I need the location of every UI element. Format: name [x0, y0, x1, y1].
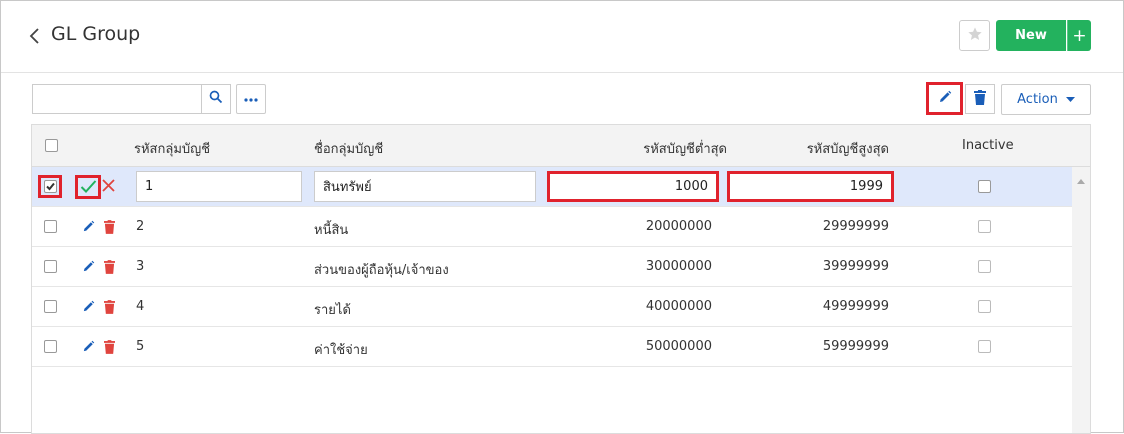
inactive-checkbox[interactable]	[978, 180, 991, 193]
table-row[interactable]: 2 หนี้สิน 20000000 29999999	[32, 207, 1072, 247]
pencil-icon[interactable]	[82, 220, 95, 237]
cancel-x-icon[interactable]	[102, 179, 115, 196]
table-row[interactable]: 5 ค่าใช้จ่าย 50000000 59999999	[32, 327, 1072, 367]
back-chevron-icon[interactable]	[27, 25, 43, 47]
vertical-scrollbar[interactable]	[1072, 167, 1090, 433]
group-code-input[interactable]: 1	[136, 171, 302, 202]
min-account-input[interactable]: 1000	[547, 171, 719, 202]
action-dropdown-button[interactable]: Action	[1001, 84, 1091, 115]
favorite-button[interactable]	[959, 20, 990, 51]
min-account: 30000000	[645, 259, 712, 274]
row-checkbox[interactable]	[44, 220, 57, 233]
delete-toolbar-button[interactable]	[965, 84, 995, 114]
max-account: 39999999	[822, 259, 889, 274]
star-icon	[967, 26, 983, 46]
gl-group-table: รหัสกลุ่มบัญชี ชื่อกลุ่มบัญชี รหัสบัญชีต…	[31, 124, 1091, 434]
column-header-min[interactable]: รหัสบัญชีต่ำสุด	[552, 138, 727, 159]
pencil-icon[interactable]	[82, 260, 95, 277]
group-code: 5	[136, 339, 145, 354]
max-account-input[interactable]: 1999	[727, 171, 894, 202]
select-all-checkbox[interactable]	[45, 139, 58, 152]
row-checkbox[interactable]	[44, 260, 57, 273]
page-title: GL Group	[51, 23, 141, 45]
inactive-checkbox[interactable]	[978, 260, 991, 273]
ellipsis-icon	[243, 92, 259, 107]
table-row[interactable]: 3 ส่วนของผู้ถือหุ้น/เจ้าของ 30000000 399…	[32, 247, 1072, 287]
trash-icon	[974, 89, 986, 109]
pencil-icon	[938, 90, 952, 108]
max-account: 29999999	[822, 219, 889, 234]
group-code: 4	[136, 299, 145, 314]
column-header-max[interactable]: รหัสบัญชีสูงสุด	[732, 138, 889, 159]
pencil-icon[interactable]	[82, 300, 95, 317]
max-account: 49999999	[822, 299, 889, 314]
group-code: 3	[136, 259, 145, 274]
min-account: 40000000	[645, 299, 712, 314]
column-header-inactive[interactable]: Inactive	[962, 138, 1014, 153]
caret-down-icon	[1065, 92, 1075, 107]
edit-toolbar-button[interactable]	[926, 82, 963, 115]
pencil-icon[interactable]	[82, 340, 95, 357]
group-code: 2	[136, 219, 145, 234]
min-account: 50000000	[645, 339, 712, 354]
page-header: GL Group New +	[1, 1, 1123, 73]
table-header: รหัสกลุ่มบัญชี ชื่อกลุ่มบัญชี รหัสบัญชีต…	[32, 125, 1090, 167]
new-button[interactable]: New	[996, 20, 1066, 51]
trash-icon[interactable]	[104, 220, 115, 238]
inactive-checkbox[interactable]	[978, 300, 991, 313]
inactive-checkbox[interactable]	[978, 340, 991, 353]
row-checkbox[interactable]	[44, 340, 57, 353]
column-header-name[interactable]: ชื่อกลุ่มบัญชี	[314, 138, 383, 159]
row-checkbox[interactable]	[44, 300, 57, 313]
scroll-up-arrow-icon[interactable]	[1077, 173, 1085, 188]
more-options-button[interactable]	[236, 84, 266, 114]
new-dropdown-button[interactable]: +	[1067, 20, 1091, 51]
checkmark-icon[interactable]	[80, 179, 97, 198]
search-icon	[209, 90, 223, 108]
max-account: 59999999	[822, 339, 889, 354]
column-header-code[interactable]: รหัสกลุ่มบัญชี	[134, 138, 210, 159]
search-button[interactable]	[201, 84, 231, 114]
trash-icon[interactable]	[104, 260, 115, 278]
action-label: Action	[1017, 92, 1058, 107]
search-input[interactable]	[32, 84, 202, 114]
group-name: หนี้สิน	[314, 223, 349, 238]
group-name: ส่วนของผู้ถือหุ้น/เจ้าของ	[314, 263, 449, 278]
group-name-input[interactable]: สินทรัพย์	[314, 171, 536, 202]
table-row[interactable]: 4 รายได้ 40000000 49999999	[32, 287, 1072, 327]
trash-icon[interactable]	[104, 340, 115, 358]
trash-icon[interactable]	[104, 300, 115, 318]
min-account: 20000000	[645, 219, 712, 234]
inactive-checkbox[interactable]	[978, 220, 991, 233]
app-window: GL Group New + Action รหัสกลุ่มบัญชี ชื่…	[0, 0, 1124, 434]
row-checkbox-checked[interactable]	[44, 180, 57, 193]
group-name: ค่าใช้จ่าย	[314, 343, 368, 358]
group-name: รายได้	[314, 303, 351, 318]
table-row-editing[interactable]: 1 สินทรัพย์ 1000 1999	[32, 167, 1072, 207]
